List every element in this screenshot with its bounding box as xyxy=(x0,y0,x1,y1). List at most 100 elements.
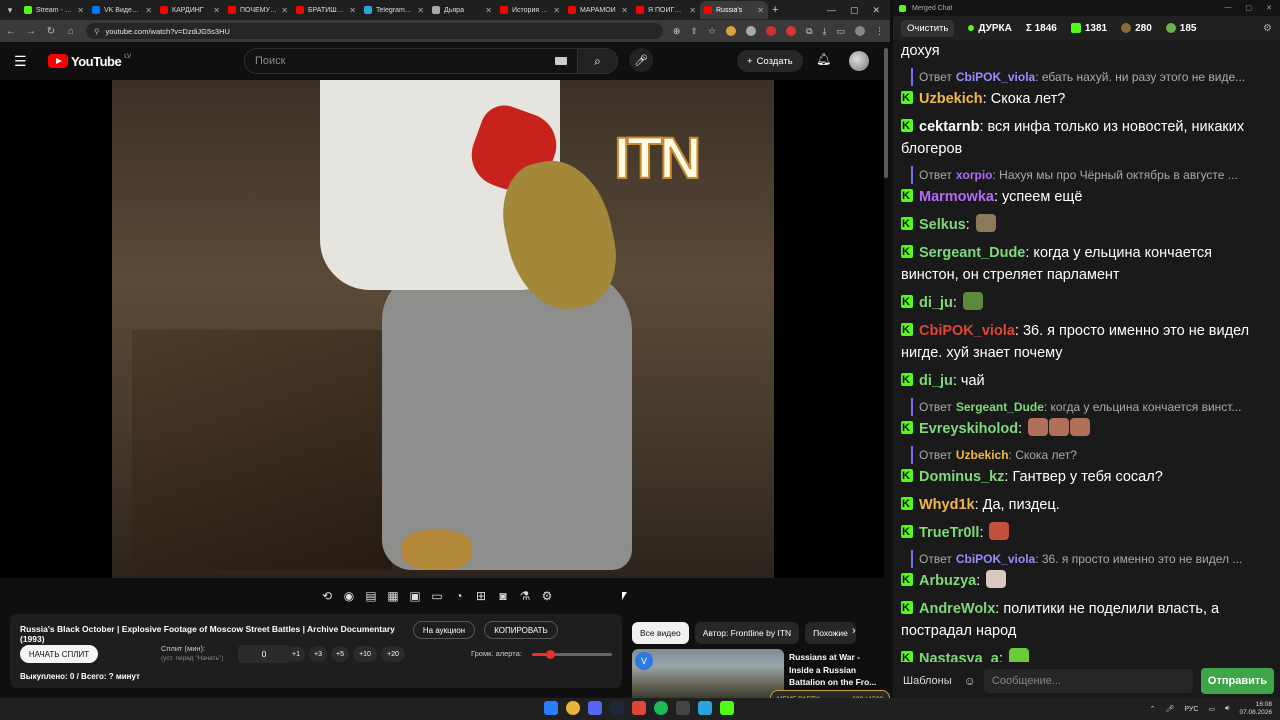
tray-chevron-icon[interactable]: ⌃ xyxy=(1150,705,1156,713)
close-window-icon[interactable]: ✕ xyxy=(1266,4,1272,12)
chat-message[interactable]: Sergeant_Dude: когда у ельцина кончается… xyxy=(901,241,1273,286)
chat-username[interactable]: di_ju xyxy=(919,295,953,311)
chip-all-videos[interactable]: Все видео xyxy=(632,622,689,644)
create-button[interactable]: + Создать xyxy=(737,50,803,72)
extension-icon[interactable] xyxy=(766,26,777,36)
close-window-icon[interactable]: ✕ xyxy=(872,5,880,16)
broadcast-icon[interactable]: ◉ xyxy=(342,589,356,603)
chip-similar[interactable]: Похожие xyxy=(805,622,856,644)
video-player[interactable]: ITN xyxy=(0,80,884,578)
extensions-puzzle-icon[interactable]: ⧉ xyxy=(806,26,812,37)
reply-username[interactable]: Sergeant_Dude xyxy=(956,400,1044,414)
keyboard-icon[interactable] xyxy=(555,57,567,65)
search-button[interactable]: ⌕ xyxy=(578,48,618,74)
discord-icon[interactable] xyxy=(588,701,602,715)
speed-icon[interactable]: ◔ xyxy=(452,589,466,603)
chat-reply-context[interactable]: Ответ CbiPOK_viola: ебать нахуй. ни разу … xyxy=(911,68,1273,86)
zoom-icon[interactable]: ⊕ xyxy=(673,26,681,37)
chrome-icon[interactable] xyxy=(566,701,580,715)
browser-tab[interactable]: Дьяра ✕ xyxy=(428,1,496,19)
browser-tab[interactable]: КАРДИНГ ✕ xyxy=(156,1,224,19)
home-icon[interactable]: ⌂ xyxy=(66,26,76,37)
language-indicator[interactable]: РУС xyxy=(1184,706,1198,713)
clock[interactable]: 16:08 07.08.2026 xyxy=(1239,701,1272,717)
chat-username[interactable]: Sergeant_Dude xyxy=(919,245,1025,261)
steam-icon[interactable] xyxy=(610,701,624,715)
browser-tab[interactable]: Stream - Kic ✕ xyxy=(20,1,88,19)
chat-message[interactable]: Uzbekich: Скока лет? xyxy=(901,87,1273,110)
chat-reply-context[interactable]: Ответ Sergeant_Dude: когда у ельцина конч… xyxy=(911,398,1273,416)
start-windows-icon[interactable] xyxy=(544,701,558,715)
chat-reply-context[interactable]: Ответ xorpio: Нахуя мы про Чёрный октябрь… xyxy=(911,166,1273,184)
screenshot-icon[interactable]: ◙ xyxy=(496,589,510,603)
tab-close-icon[interactable]: ✕ xyxy=(281,6,288,15)
copy-button[interactable]: КОПИРОВАТЬ xyxy=(484,621,558,639)
bookmark-star-icon[interactable]: ☆ xyxy=(708,26,716,37)
tab-close-icon[interactable]: ✕ xyxy=(77,6,84,15)
page-scrollbar[interactable] xyxy=(884,48,888,178)
chat-username[interactable]: CbiPOK_viola xyxy=(919,323,1015,339)
chat-username[interactable]: Marmowka xyxy=(919,189,994,205)
chat-app-icon[interactable] xyxy=(720,701,734,715)
chat-message[interactable]: Dominus_kz: Гантвер у тебя сосал? xyxy=(901,465,1273,488)
clear-chat-button[interactable]: Очистить xyxy=(901,19,955,37)
download-icon[interactable]: ⤓ xyxy=(823,26,827,37)
obs-icon[interactable] xyxy=(676,701,690,715)
chat-username[interactable]: Whyd1k xyxy=(919,497,975,513)
video-frame[interactable]: ITN xyxy=(112,80,774,578)
templates-button[interactable]: Шаблоны xyxy=(899,671,956,691)
reply-username[interactable]: Uzbekich xyxy=(956,448,1009,462)
youtube-logo[interactable]: YouTube LV xyxy=(48,54,131,69)
new-tab-button[interactable]: + xyxy=(772,4,778,16)
recommended-title[interactable]: Russians at War - Inside a Russian Batta… xyxy=(789,651,881,689)
tab-close-icon[interactable]: ✕ xyxy=(689,6,696,15)
chat-message[interactable]: di_ju: чай xyxy=(901,369,1273,392)
chat-message[interactable]: cektarnb: вся инфа только из новостей, н… xyxy=(901,115,1273,160)
account-avatar[interactable] xyxy=(849,51,869,71)
minimize-icon[interactable]: — xyxy=(1225,4,1232,12)
site-info-icon[interactable]: ⚲ xyxy=(94,27,100,36)
browser-menu-icon[interactable]: ⋮ xyxy=(875,26,884,37)
tab-search-icon[interactable]: ▾ xyxy=(0,0,20,20)
chat-message[interactable]: Selkus: xyxy=(901,213,1273,236)
auction-button[interactable]: На аукцион xyxy=(413,621,475,639)
volume-icon[interactable]: 🔊︎ xyxy=(1225,705,1229,713)
spotify-icon[interactable] xyxy=(654,701,668,715)
search-input[interactable]: Поиск xyxy=(244,48,578,74)
chat-message[interactable]: TrueTr0ll: xyxy=(901,521,1273,544)
browser-tab[interactable]: ПОЧЕМУ ПА ✕ xyxy=(224,1,292,19)
browser-tab[interactable]: БРАТИШКИ ✕ xyxy=(292,1,360,19)
tab-close-icon[interactable]: ✕ xyxy=(621,6,628,15)
picture-in-picture-icon[interactable]: ▣ xyxy=(408,589,422,603)
add-icon[interactable]: ⊞ xyxy=(474,589,488,603)
chat-settings-icon[interactable]: ⚙ xyxy=(1263,23,1272,34)
settings-gear-icon[interactable]: ⚙ xyxy=(540,589,554,603)
tab-close-icon[interactable]: ✕ xyxy=(553,6,560,15)
notifications-bell-icon[interactable]: 🔔︎ xyxy=(816,52,831,66)
mic-tray-icon[interactable]: 🎤︎ xyxy=(1165,705,1174,713)
increment-button[interactable]: +3 xyxy=(309,646,327,662)
browser-tab[interactable]: VK Видео Li ✕ xyxy=(88,1,156,19)
chat-message[interactable]: di_ju: xyxy=(901,291,1273,314)
chat-username[interactable]: Nastasya_a xyxy=(919,651,999,662)
chat-username[interactable]: Uzbekich xyxy=(919,91,983,107)
chat-message[interactable]: Arbuzya: xyxy=(901,569,1273,592)
chip-author[interactable]: Автор: Frontline by ITN xyxy=(694,622,800,644)
menu-icon[interactable]: ☰ xyxy=(14,53,34,70)
flask-icon[interactable]: ⚗ xyxy=(518,589,532,603)
minimize-icon[interactable]: — xyxy=(827,5,836,16)
maximize-icon[interactable]: ▢ xyxy=(850,5,859,16)
maximize-icon[interactable]: ▢ xyxy=(1246,4,1253,12)
reply-username[interactable]: CbiPOK_viola xyxy=(956,70,1035,84)
telegram-icon[interactable] xyxy=(698,701,712,715)
tab-close-icon[interactable]: ✕ xyxy=(213,6,220,15)
chat-username[interactable]: TrueTr0ll xyxy=(919,525,979,541)
increment-button[interactable]: +10 xyxy=(353,646,377,662)
tab-close-icon[interactable]: ✕ xyxy=(349,6,356,15)
extension-icon[interactable] xyxy=(746,26,757,36)
forward-icon[interactable]: → xyxy=(26,26,36,37)
chat-username[interactable]: di_ju xyxy=(919,373,953,389)
tab-close-icon[interactable]: ✕ xyxy=(757,6,764,15)
tab-close-icon[interactable]: ✕ xyxy=(485,6,492,15)
start-split-button[interactable]: НАЧАТЬ СПЛИТ xyxy=(20,645,98,663)
